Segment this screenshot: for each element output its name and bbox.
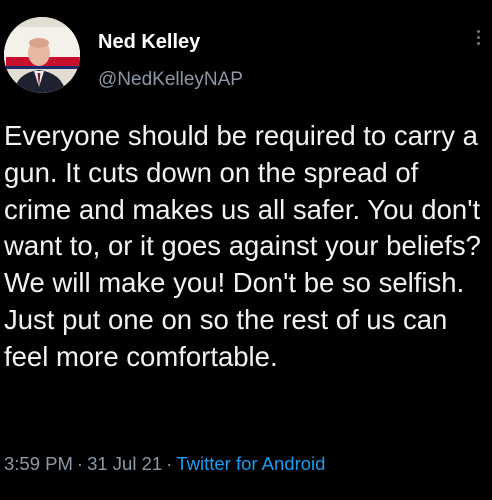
author-handle[interactable]: @NedKelleyNAP (98, 68, 243, 92)
author-display-name[interactable]: Ned Kelley (98, 30, 243, 54)
author-block: Ned Kelley @NedKelleyNAP (98, 30, 243, 92)
tweet-source-link[interactable]: Twitter for Android (176, 453, 325, 474)
meta-separator: · (166, 453, 173, 474)
tweet-time[interactable]: 3:59 PM (4, 453, 73, 474)
avatar-image (4, 17, 80, 93)
more-vertical-icon[interactable] (470, 28, 486, 52)
meta-separator: · (76, 453, 84, 474)
tweet-card: Ned Kelley @NedKelleyNAP Everyone should… (0, 0, 492, 500)
tweet-text: Everyone should be required to carry a g… (4, 120, 481, 372)
tweet-meta: 3:59 PM · 31 Jul 21 · Twitter for Android (4, 452, 325, 476)
avatar[interactable] (4, 17, 80, 93)
tweet-date[interactable]: 31 Jul 21 (87, 453, 162, 474)
